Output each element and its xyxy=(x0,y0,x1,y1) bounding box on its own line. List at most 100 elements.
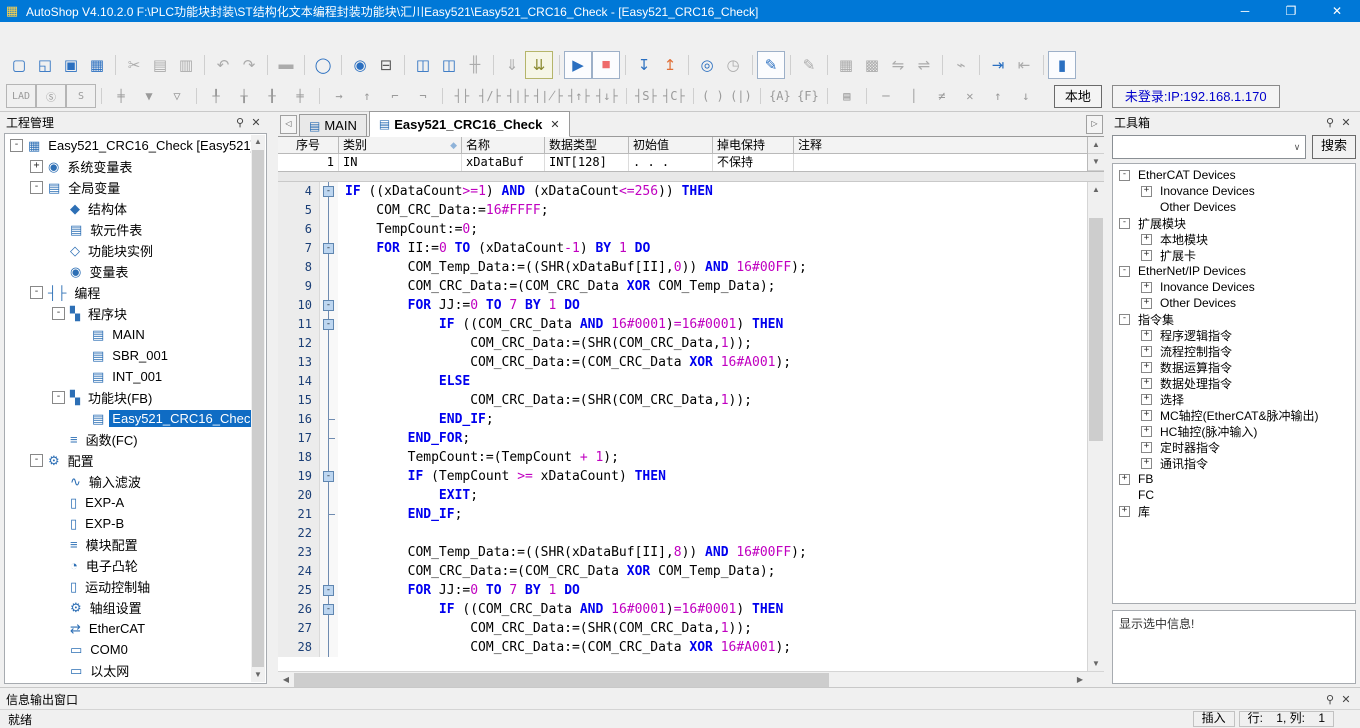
contact-open-button[interactable]: ┤├ xyxy=(448,85,476,107)
cell-initvalue[interactable]: . . . xyxy=(629,154,713,171)
restore-button[interactable]: ❐ xyxy=(1268,0,1314,22)
tab-scroll-right-icon[interactable]: ▷ xyxy=(1086,115,1103,134)
fold-margin[interactable] xyxy=(320,619,338,638)
tree-item[interactable]: + 扩展卡 xyxy=(1115,247,1353,263)
tree-item[interactable]: ≡ 模块配置 xyxy=(6,534,251,555)
fold-margin[interactable] xyxy=(320,543,338,562)
scroll-down-icon[interactable]: ▼ xyxy=(1088,656,1104,671)
tree-item[interactable]: - EtherCAT Devices xyxy=(1115,167,1353,183)
close-icon[interactable]: ✕ xyxy=(1338,693,1354,706)
fold-margin[interactable] xyxy=(320,372,338,391)
fold-margin[interactable] xyxy=(320,410,338,429)
tree-item[interactable]: - ▦ Easy521_CRC16_Check [Easy521] xyxy=(6,135,251,156)
code-line[interactable]: 15 COM_CRC_Data:=(SHR(COM_CRC_Data,1)); xyxy=(278,391,1087,410)
code-line[interactable]: 10 - FOR JJ:=0 TO 7 BY 1 DO xyxy=(278,296,1087,315)
tree-item[interactable]: ▤ SBR_001 xyxy=(6,345,251,366)
table-editor-splitter[interactable] xyxy=(278,172,1104,182)
tree-item[interactable]: ◇ 功能块实例 xyxy=(6,240,251,261)
contact-n-button[interactable]: ┤∤├ xyxy=(532,85,565,107)
code-line[interactable]: 28 COM_CRC_Data:=(COM_CRC_Data XOR 16#A0… xyxy=(278,638,1087,657)
expander-icon[interactable]: + xyxy=(1141,298,1152,309)
code-line[interactable]: 19 - IF (TempCount >= xDataCount) THEN xyxy=(278,467,1087,486)
menu-item[interactable] xyxy=(144,24,166,46)
fold-margin[interactable]: - xyxy=(320,315,338,334)
expander-icon[interactable]: + xyxy=(1119,506,1130,517)
save-button[interactable]: ▣ xyxy=(58,52,84,78)
tree-item[interactable]: ▤ 软元件表 xyxy=(6,219,251,240)
fold-margin[interactable] xyxy=(320,201,338,220)
header-cell[interactable]: 初始值 xyxy=(629,137,713,154)
expander-icon[interactable]: - xyxy=(30,454,43,467)
document-tab[interactable]: ▤ Easy521_CRC16_Check ✕ xyxy=(369,111,570,137)
expander-icon[interactable]: + xyxy=(1141,282,1152,293)
coil-set-button[interactable]: ┤S├ xyxy=(632,85,660,107)
fold-margin[interactable] xyxy=(320,391,338,410)
usb-test-button[interactable]: ⌁ xyxy=(948,52,974,78)
header-cell[interactable]: 掉电保持 xyxy=(713,137,794,154)
cell-retain[interactable]: 不保持 xyxy=(713,154,794,171)
expander-icon[interactable]: + xyxy=(1141,426,1152,437)
expander-icon[interactable] xyxy=(52,538,65,551)
expander-icon[interactable]: - xyxy=(30,181,43,194)
search-button[interactable]: 搜索 xyxy=(1312,135,1356,159)
expander-icon[interactable] xyxy=(52,496,65,509)
expander-icon[interactable]: + xyxy=(1141,250,1152,261)
contact-fall-button[interactable]: ┤↓├ xyxy=(593,85,621,107)
editor-vertical-scrollbar[interactable]: ▲ ▼ xyxy=(1087,182,1104,671)
expander-icon[interactable] xyxy=(74,370,87,383)
net-down-button[interactable]: ▼ xyxy=(135,85,163,107)
fold-margin[interactable]: - xyxy=(320,581,338,600)
v-line-button[interactable]: │ xyxy=(900,85,928,107)
code-line[interactable]: 26 - IF ((COM_CRC_Data AND 16#0001)=16#0… xyxy=(278,600,1087,619)
scroll-thumb[interactable] xyxy=(294,673,829,687)
header-cell[interactable]: 类别◆ xyxy=(339,137,462,154)
code-line[interactable]: 6 TempCount:=0; xyxy=(278,220,1087,239)
code-line[interactable]: 27 COM_CRC_Data:=(SHR(COM_CRC_Data,1)); xyxy=(278,619,1087,638)
search-combobox[interactable]: ∨ xyxy=(1112,135,1306,159)
header-cell[interactable]: 数据类型 xyxy=(545,137,629,154)
print-preview-button[interactable]: ◉ xyxy=(347,52,373,78)
tree-item[interactable]: - ▤ 全局变量 xyxy=(6,177,251,198)
line-del-button[interactable]: ✕ xyxy=(956,85,984,107)
download-button[interactable]: ↧ xyxy=(631,52,657,78)
code-line[interactable]: 5 COM_CRC_Data:=16#FFFF; xyxy=(278,201,1087,220)
close-button[interactable]: ✕ xyxy=(1314,0,1360,22)
tree-item[interactable]: + HC轴控(脉冲输入) xyxy=(1115,423,1353,439)
branch-3-button[interactable]: ╂ xyxy=(258,85,286,107)
fold-margin[interactable]: - xyxy=(320,182,338,201)
code-line[interactable]: 20 EXIT; xyxy=(278,486,1087,505)
code-line[interactable]: 17 END_FOR; xyxy=(278,429,1087,448)
fold-margin[interactable] xyxy=(320,524,338,543)
tree-item[interactable]: - ⚙ 配置 xyxy=(6,450,251,471)
fold-margin[interactable] xyxy=(320,353,338,372)
expander-icon[interactable]: + xyxy=(1141,346,1152,357)
tab-close-icon[interactable]: ✕ xyxy=(550,118,559,131)
variable-table-row[interactable]: 1 IN xDataBuf INT[128] . . . 不保持 xyxy=(278,154,1087,171)
login-status-badge[interactable]: 未登录:IP:192.168.1.170 xyxy=(1112,85,1280,108)
expander-icon[interactable]: + xyxy=(1141,394,1152,405)
tree-item[interactable]: + Inovance Devices xyxy=(1115,279,1353,295)
window-cascade-button[interactable]: ◫ xyxy=(410,52,436,78)
fold-margin[interactable] xyxy=(320,258,338,277)
line-ne-button[interactable]: ≠ xyxy=(928,85,956,107)
tree-item[interactable]: ▯ 运动控制轴 xyxy=(6,576,251,597)
tree-item[interactable]: ⇄ EtherCAT xyxy=(6,618,251,639)
tree-item[interactable]: + Inovance Devices xyxy=(1115,183,1353,199)
tree-item[interactable]: ▭ COM0 xyxy=(6,639,251,660)
edit-mode-button[interactable]: ✎ xyxy=(757,51,785,79)
tree-item[interactable]: ▤ Easy521_CRC16_Check xyxy=(6,408,251,429)
st-code-editor[interactable]: 4 - IF ((xDataCount>=1) AND (xDataCount<… xyxy=(278,182,1104,671)
scroll-up-icon[interactable]: ▲ xyxy=(251,135,265,149)
expander-icon[interactable] xyxy=(74,349,87,362)
code-line[interactable]: 8 COM_Temp_Data:=((SHR(xDataBuf[II],0)) … xyxy=(278,258,1087,277)
variable-table-scrollbar[interactable]: ▲ ▼ xyxy=(1087,137,1104,171)
login-button[interactable]: ⇥ xyxy=(985,52,1011,78)
tree-item[interactable]: - ▚ 功能块(FB) xyxy=(6,387,251,408)
expander-icon[interactable]: - xyxy=(10,139,23,152)
menu-item[interactable] xyxy=(56,24,78,46)
fold-margin[interactable] xyxy=(320,334,338,353)
header-cell[interactable]: 注释 xyxy=(794,137,1087,154)
tree-item[interactable]: ▤ MAIN xyxy=(6,324,251,345)
expander-icon[interactable]: + xyxy=(1141,186,1152,197)
expander-icon[interactable] xyxy=(52,580,65,593)
